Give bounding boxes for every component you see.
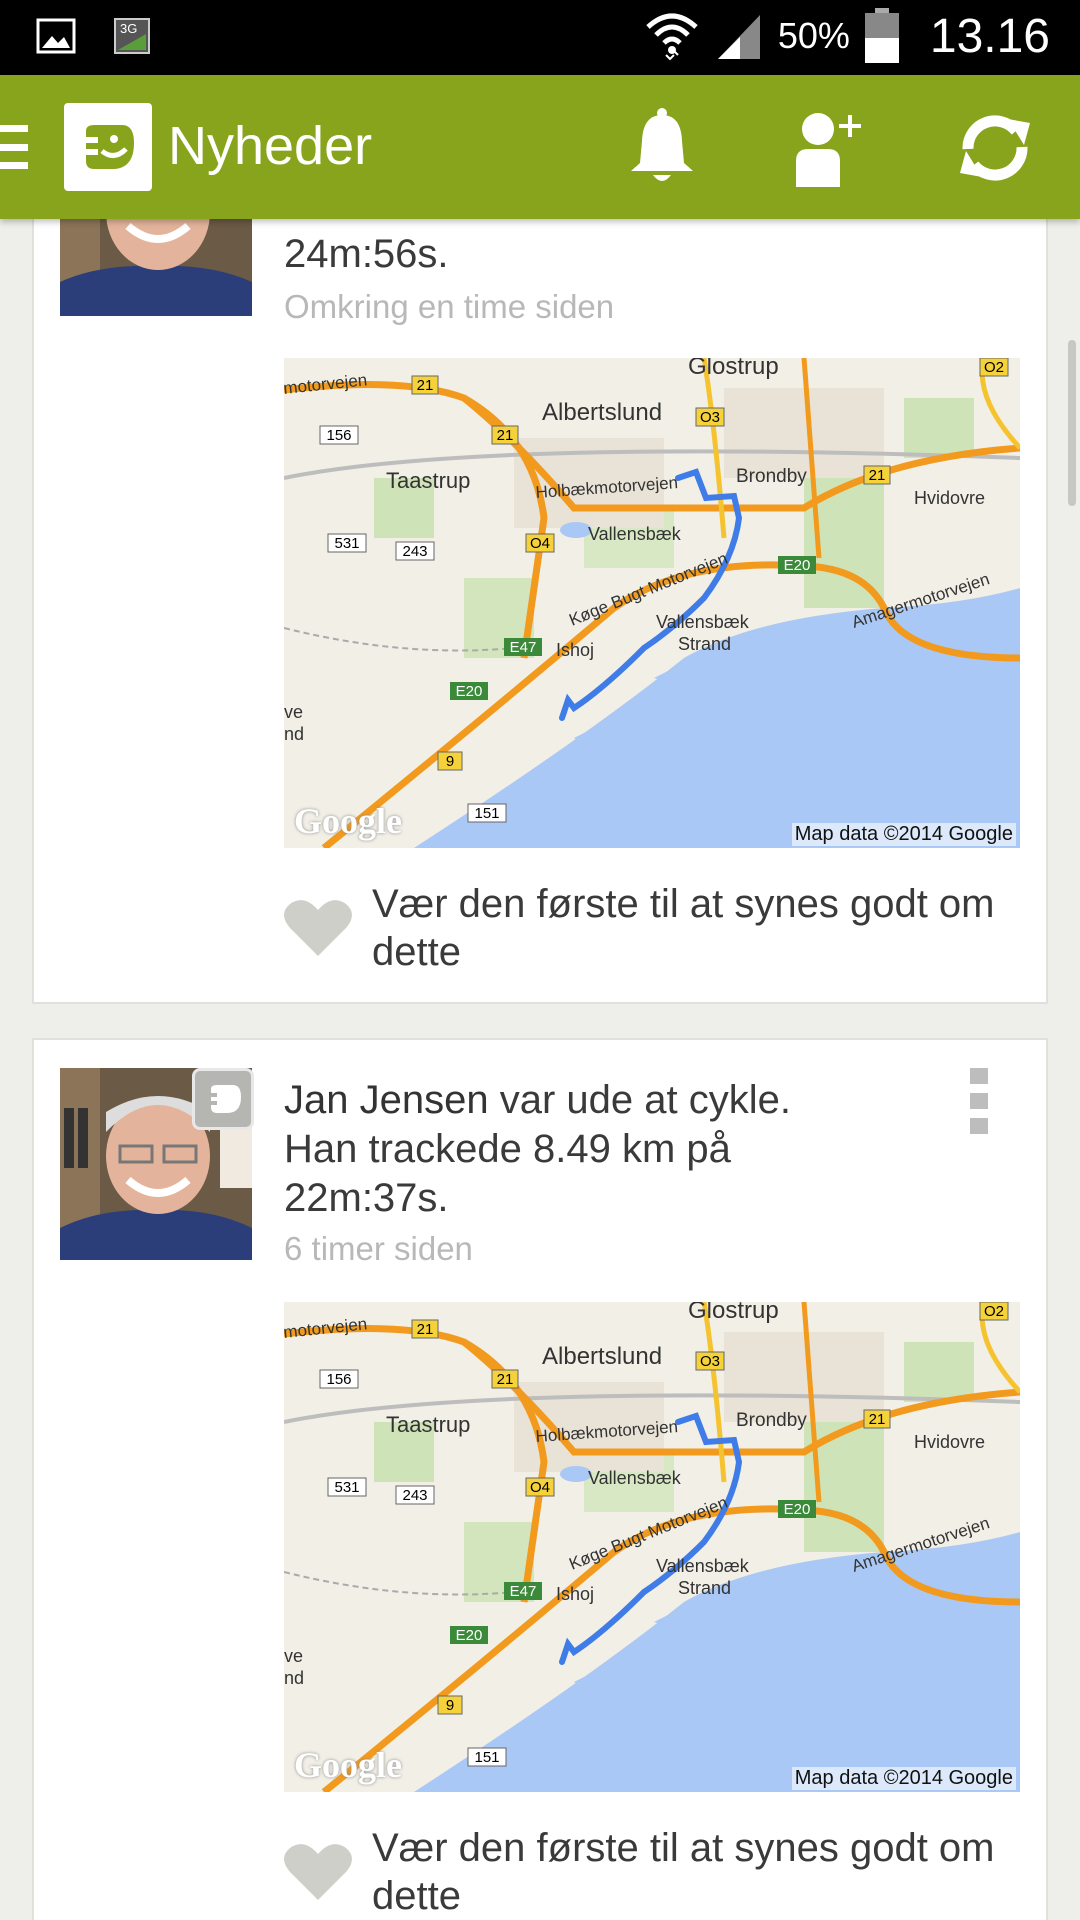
svg-text:3G: 3G [120,21,137,36]
place-label: Hvidovre [914,488,985,508]
road-label: 21 [869,1411,886,1428]
road-label: 151 [474,1749,499,1766]
like-prompt[interactable]: Vær den første til at synes godt om dett… [372,880,1032,976]
wifi-icon [646,13,698,61]
google-watermark: Google [294,801,402,841]
road-label: 21 [417,1321,434,1338]
post-timestamp: 6 timer siden [284,1230,473,1267]
post-text-tail: 24m:56s. [284,232,449,276]
heart-icon[interactable] [282,1840,354,1904]
road-label: O4 [530,535,550,552]
place-label: ve [284,702,303,722]
place-label: Vallensbæk [656,612,750,632]
road-label: O3 [700,1353,720,1370]
place-label: Hvidovre [914,1432,985,1452]
road-label: 21 [497,427,514,444]
route-map[interactable]: 21 21 21 156 531 243 O4 O3 O2 E47 E20 E2… [284,358,1020,848]
signal-icon [717,15,760,59]
road-label: E47 [510,639,537,656]
activity-app-badge-icon [192,1068,254,1130]
google-watermark: Google [294,1745,402,1785]
place-label: Vallensbæk [656,1556,750,1576]
road-label: E20 [784,1501,811,1518]
post-timestamp: Omkring en time siden [284,288,615,325]
place-label: Taastrup [386,1412,470,1437]
gallery-notification-icon [36,18,76,54]
add-friend-icon[interactable] [782,103,872,193]
network-3g-icon: 3G [114,18,150,54]
post-text: Jan Jensen var ude at cykle. Han tracked… [284,1076,964,1223]
feed-card: 24m:56s. Omkring en time siden 21 21 21 … [32,170,1048,1004]
road-label: E47 [510,1583,537,1600]
place-label: Brondby [736,1410,807,1431]
map-credit: Map data ©2014 Google [791,1767,1016,1790]
action-bar: Nyheder [0,75,1080,219]
place-label: Strand [678,1578,731,1598]
road-label: 21 [497,1371,514,1388]
road-label: 9 [446,753,454,770]
place-label: Strand [678,634,731,654]
road-label: 243 [402,1487,427,1504]
road-label: O4 [530,1479,550,1496]
battery-percent: 50% [777,15,850,56]
battery-icon [864,8,899,63]
place-label: Taastrup [386,468,470,493]
road-label: O3 [700,409,720,426]
place-label: ve [284,1646,303,1666]
road-label: 243 [402,543,427,560]
status-bar: 3G 50% 13.16 [0,0,1080,75]
road-label: E20 [456,1627,483,1644]
road-label: E20 [456,683,483,700]
app-logo-icon[interactable] [64,103,152,191]
place-label: Vallensbæk [588,524,682,544]
place-label: Glostrup [688,1302,779,1324]
place-label: Brondby [736,466,807,487]
bell-icon[interactable] [617,103,707,193]
page-title: Nyheder [168,116,373,176]
road-label: 531 [334,1479,359,1496]
road-label: 21 [417,377,434,394]
place-label: Albertslund [542,399,662,426]
road-label: 9 [446,1697,454,1714]
place-label: Vallensbæk [588,1468,682,1488]
road-label: O2 [984,1303,1004,1320]
like-prompt[interactable]: Vær den første til at synes godt om dett… [372,1824,1032,1920]
overflow-menu-icon[interactable] [970,1068,990,1134]
route-map[interactable]: 21 21 21 156 531 243 O4 O3 O2 E47 E20 E2… [284,1302,1020,1792]
clock: 13.16 [929,9,1050,63]
map-credit: Map data ©2014 Google [791,823,1016,846]
road-label: O2 [984,359,1004,376]
refresh-icon[interactable] [950,103,1040,193]
post-distance: Han trackede 8.49 km på [284,1127,731,1171]
road-label: 531 [334,535,359,552]
place-label: Ishoj [556,1584,594,1604]
post-action: var ude at cykle. [499,1078,791,1122]
place-label: Ishoj [556,640,594,660]
place-label: nd [284,724,304,744]
post-duration: 22m:37s. [284,1176,449,1220]
place-label: nd [284,1668,304,1688]
feed-card: Jan Jensen var ude at cykle. Han tracked… [32,1038,1048,1920]
road-label: 156 [326,427,351,444]
road-label: 21 [869,467,886,484]
place-label: Albertslund [542,1343,662,1370]
scrollbar[interactable] [1068,340,1076,506]
heart-icon[interactable] [282,896,354,960]
menu-icon[interactable] [0,125,28,169]
road-label: E20 [784,557,811,574]
place-label: Glostrup [688,358,779,380]
road-label: 156 [326,1371,351,1388]
post-author[interactable]: Jan Jensen [284,1078,489,1122]
road-label: 151 [474,805,499,822]
